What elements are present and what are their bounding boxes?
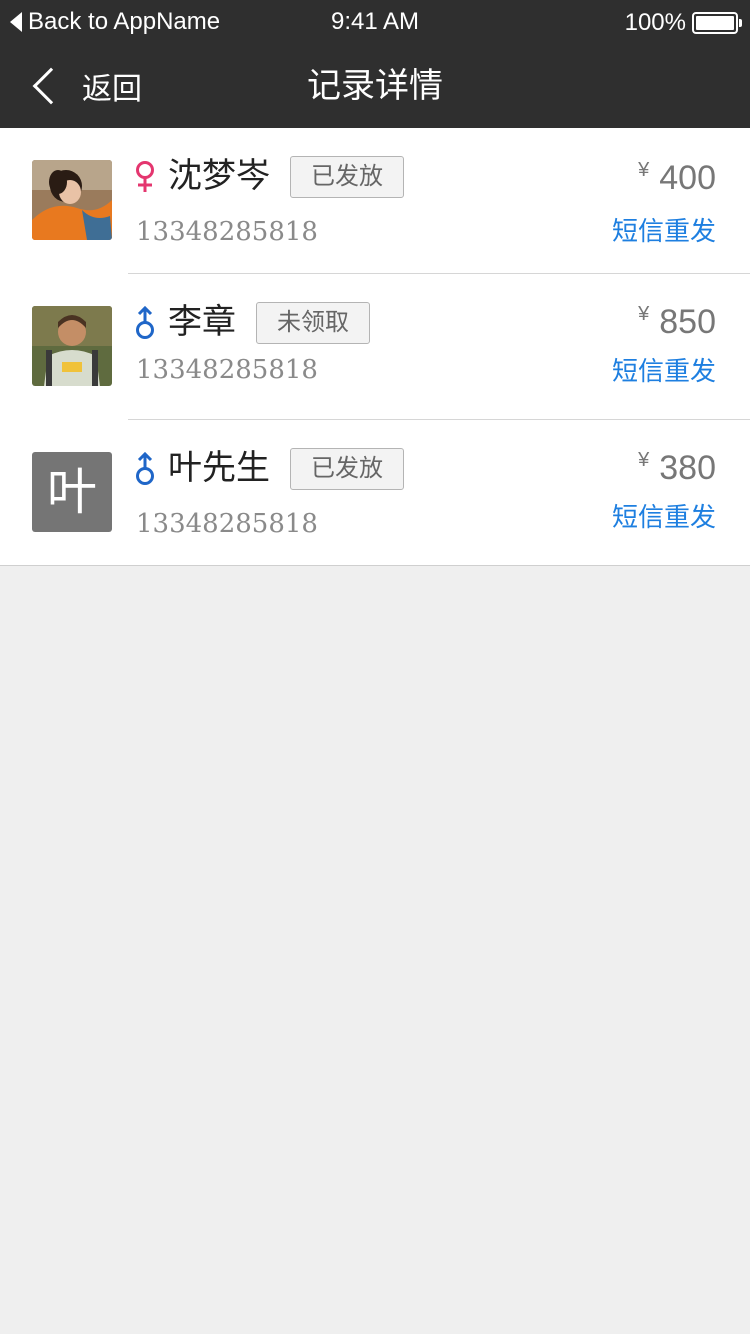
avatar xyxy=(32,306,112,386)
amount-value: 400 xyxy=(659,159,716,197)
phone-number: 13348285818 xyxy=(136,355,318,385)
status-badge: 已发放 xyxy=(290,448,404,490)
record-list: 沈梦岑 已发放 13348285818 ¥ 400 短信重发 李章 未领取 13… xyxy=(0,128,750,566)
record-name: 叶先生 xyxy=(168,449,270,487)
amount-value: 380 xyxy=(659,449,716,487)
amount: ¥ 850 xyxy=(638,302,716,342)
list-item: 李章 未领取 13348285818 ¥ 850 短信重发 xyxy=(0,274,750,420)
female-icon xyxy=(136,161,154,192)
resend-sms-button[interactable]: 短信重发 xyxy=(612,214,716,248)
phone-number: 13348285818 xyxy=(136,217,318,247)
male-icon xyxy=(136,306,154,339)
resend-sms-button[interactable]: 短信重发 xyxy=(612,500,716,534)
male-icon xyxy=(136,452,154,485)
avatar: 叶 xyxy=(32,452,112,532)
currency-symbol: ¥ xyxy=(638,449,650,471)
battery-status: 100% xyxy=(624,8,742,38)
page-title: 记录详情 xyxy=(307,67,443,105)
avatar xyxy=(32,160,112,240)
list-item: 叶 叶先生 已发放 13348285818 ¥ 380 短信重发 xyxy=(0,420,750,566)
resend-sms-button[interactable]: 短信重发 xyxy=(612,354,716,388)
status-bar: Back to AppName 9:41 AM 100% xyxy=(0,0,750,44)
nav-bar: 返回 记录详情 xyxy=(0,44,750,128)
amount: ¥ 380 xyxy=(638,448,716,488)
battery-icon xyxy=(692,12,742,34)
amount-value: 850 xyxy=(659,303,716,341)
currency-symbol: ¥ xyxy=(638,159,650,181)
currency-symbol: ¥ xyxy=(638,303,650,325)
record-name: 李章 xyxy=(168,303,236,341)
top-bar: Back to AppName 9:41 AM 100% 返回 记录详情 xyxy=(0,0,750,128)
record-name: 沈梦岑 xyxy=(168,157,270,195)
amount: ¥ 400 xyxy=(638,158,716,198)
list-item: 沈梦岑 已发放 13348285818 ¥ 400 短信重发 xyxy=(0,128,750,274)
phone-number: 13348285818 xyxy=(136,509,318,539)
status-badge: 未领取 xyxy=(256,302,370,344)
status-badge: 已发放 xyxy=(290,156,404,198)
battery-percent: 100% xyxy=(624,9,686,36)
